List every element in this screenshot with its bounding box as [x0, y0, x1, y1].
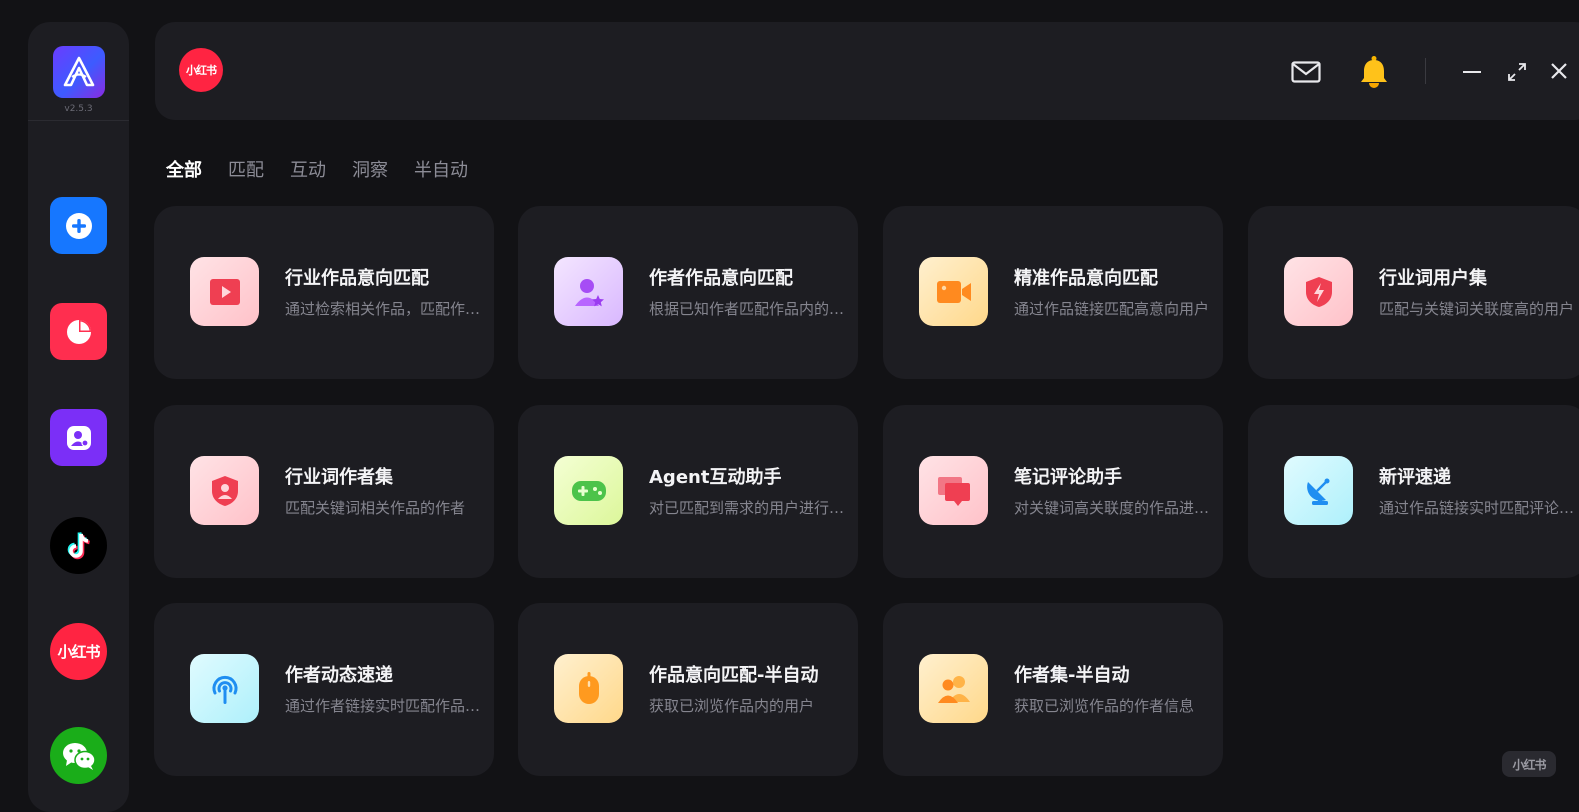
sidebar-item-douyin[interactable]: [50, 517, 107, 574]
feature-title: 笔记评论助手: [1014, 467, 1122, 488]
notification-button[interactable]: [1356, 54, 1392, 90]
tab-all[interactable]: 全部: [166, 156, 202, 182]
sidebar-item-add[interactable]: [50, 197, 107, 254]
feature-description: 对已匹配到需求的用户进行互动: [649, 499, 858, 517]
feature-icon: [919, 456, 988, 525]
feature-title: 作者作品意向匹配: [649, 268, 793, 289]
app-version: v2.5.3: [64, 104, 93, 114]
top-bar-separator: [1425, 58, 1426, 84]
user-star-icon: [574, 278, 604, 306]
feature-icon: [1284, 257, 1353, 326]
sidebar-divider: [28, 120, 129, 121]
tab-match[interactable]: 匹配: [228, 156, 264, 182]
feature-title: 精准作品意向匹配: [1014, 268, 1158, 289]
feature-title: 行业作品意向匹配: [285, 268, 429, 289]
feature-card-precise-works-match[interactable]: 精准作品意向匹配 通过作品链接匹配高意向用户: [883, 206, 1223, 379]
comment-icon: [937, 476, 970, 506]
feature-card-note-comment[interactable]: 笔记评论助手 对关键词高关联度的作品进行评论: [883, 405, 1223, 578]
feature-icon: [554, 654, 623, 723]
bell-icon: [1361, 56, 1387, 88]
feature-description: 通过作品链接匹配高意向用户: [1014, 300, 1210, 318]
feature-description: 获取已浏览作品内的用户: [649, 697, 815, 715]
expand-icon: [1508, 63, 1526, 81]
platform-logo-text: 小红书: [186, 64, 217, 77]
feature-icon: [1284, 456, 1353, 525]
feature-title: 新评速递: [1379, 467, 1451, 488]
feature-title: 作者动态速递: [285, 665, 393, 686]
tab-semi-auto[interactable]: 半自动: [414, 156, 468, 182]
video-play-icon: [209, 278, 240, 305]
sidebar-item-user-settings[interactable]: [50, 409, 107, 466]
minimize-button[interactable]: [1461, 60, 1485, 84]
pie-chart-icon: [66, 319, 91, 344]
wechat-icon: [62, 742, 96, 770]
user-gear-icon: [66, 425, 91, 450]
feature-card-works-match-semi-auto[interactable]: 作品意向匹配-半自动 获取已浏览作品内的用户: [518, 603, 858, 776]
sidebar-item-xiaohongshu[interactable]: 小红书: [50, 623, 107, 680]
tiktok-icon: [67, 531, 90, 559]
satellite-dish-icon: [1306, 478, 1329, 505]
feature-title: 作者集-半自动: [1014, 665, 1130, 686]
feature-description: 获取已浏览作品的作者信息: [1014, 697, 1195, 715]
plus-circle-icon: [65, 212, 92, 239]
mail-icon: [1291, 61, 1321, 83]
shield-bolt-icon: [1305, 276, 1332, 307]
feature-card-keyword-user-set[interactable]: 行业词用户集 匹配与关键词关联度高的用户: [1248, 206, 1579, 379]
app-logo[interactable]: [53, 46, 105, 98]
platform-logo[interactable]: 小红书: [179, 48, 223, 92]
feature-icon: [554, 257, 623, 326]
users-icon: [937, 675, 970, 703]
feature-description: 匹配与关键词关联度高的用户: [1379, 300, 1575, 318]
feature-card-author-set-semi-auto[interactable]: 作者集-半自动 获取已浏览作品的作者信息: [883, 603, 1223, 776]
top-bar: 小红书: [155, 22, 1579, 120]
mouse-icon: [578, 671, 599, 704]
feature-description: 对关键词高关联度的作品进行评论: [1014, 499, 1223, 517]
tab-insight[interactable]: 洞察: [352, 156, 388, 182]
close-button[interactable]: [1547, 59, 1571, 83]
feature-description: 匹配关键词相关作品的作者: [285, 499, 466, 517]
feature-title: 行业词用户集: [1379, 268, 1487, 289]
feature-card-keyword-author-set[interactable]: 行业词作者集 匹配关键词相关作品的作者: [154, 405, 494, 578]
expand-button[interactable]: [1505, 60, 1529, 84]
mail-button[interactable]: [1290, 58, 1322, 86]
xiaohongshu-logo: 小红书: [57, 643, 100, 661]
gamepad-icon: [571, 480, 606, 501]
feature-title: 行业词作者集: [285, 467, 393, 488]
feature-card-industry-works-match[interactable]: 行业作品意向匹配 通过检索相关作品，匹配作品内的用户: [154, 206, 494, 379]
feature-description: 根据已知作者匹配作品内的用户: [649, 300, 858, 318]
feature-description: 通过作者链接实时匹配作品用户: [285, 697, 494, 715]
broadcast-icon: [212, 675, 237, 704]
app-logo-icon: [63, 56, 95, 87]
feature-icon: [190, 654, 259, 723]
shield-user-icon: [211, 475, 238, 506]
feature-description: 通过检索相关作品，匹配作品内的用户: [285, 300, 494, 318]
feature-icon: [190, 257, 259, 326]
feature-description: 通过作品链接实时匹配评论用户: [1379, 499, 1579, 517]
close-icon: [1551, 63, 1567, 79]
minimize-icon: [1463, 71, 1481, 73]
feature-card-new-comment-express[interactable]: 新评速递 通过作品链接实时匹配评论用户: [1248, 405, 1579, 578]
feature-card-author-works-match[interactable]: 作者作品意向匹配 根据已知作者匹配作品内的用户: [518, 206, 858, 379]
feature-card-author-update-express[interactable]: 作者动态速递 通过作者链接实时匹配作品用户: [154, 603, 494, 776]
category-tabs: 全部 匹配 互动 洞察 半自动: [166, 156, 468, 182]
feature-icon: [190, 456, 259, 525]
watermark-text: 小红书: [1512, 757, 1546, 772]
feature-icon: [919, 654, 988, 723]
feature-icon: [554, 456, 623, 525]
tab-interact[interactable]: 互动: [290, 156, 326, 182]
feature-title: Agent互动助手: [649, 467, 782, 488]
feature-title: 作品意向匹配-半自动: [649, 665, 819, 686]
xiaohongshu-watermark: 小红书: [1502, 751, 1556, 777]
sidebar: v2.5.3 小红书: [28, 22, 129, 812]
sidebar-item-wechat[interactable]: [50, 727, 107, 784]
feature-icon: [919, 257, 988, 326]
video-camera-icon: [936, 280, 971, 303]
feature-card-agent-interaction[interactable]: Agent互动助手 对已匹配到需求的用户进行互动: [518, 405, 858, 578]
sidebar-item-stats[interactable]: [50, 303, 107, 360]
